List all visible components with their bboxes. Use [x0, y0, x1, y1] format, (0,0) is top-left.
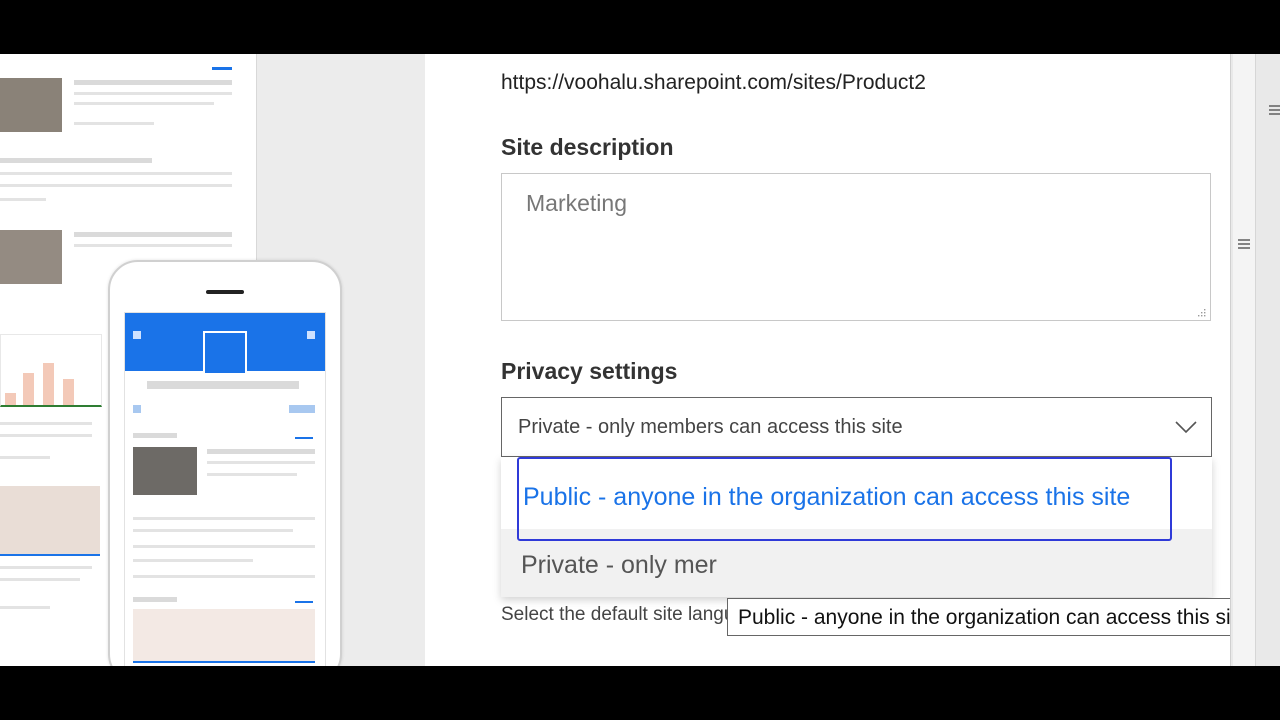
preview-text-line [74, 92, 232, 95]
preview-text-line [207, 449, 315, 454]
preview-accent-line [212, 67, 232, 70]
mobile-site-preview [108, 260, 342, 666]
preview-image-3 [0, 486, 100, 556]
tooltip-text: Public - anyone in the organization can … [738, 606, 1249, 629]
preview-image-5 [133, 609, 315, 663]
preview-text-line [0, 172, 232, 175]
preview-chart-bar [43, 363, 54, 405]
preview-text-line [147, 381, 299, 389]
privacy-settings-label: Privacy settings [501, 358, 678, 384]
chevron-down-icon[interactable] [1173, 414, 1199, 440]
preview-text-line [133, 433, 177, 438]
option-tooltip: Public - anyone in the organization can … [727, 598, 1280, 636]
grip-lines-icon[interactable] [1269, 104, 1280, 118]
preview-text-line [0, 456, 50, 459]
preview-text-line [74, 80, 232, 85]
preview-text-line [0, 184, 232, 187]
preview-chart-bar [23, 373, 34, 405]
search-icon [307, 331, 315, 339]
preview-text-line [133, 529, 293, 532]
scrollbar-area [1230, 54, 1280, 666]
privacy-option-label: Public - anyone in the organization can … [523, 483, 1131, 511]
site-description-textarea[interactable]: Marketing [501, 173, 1211, 321]
preview-nav-bar [289, 405, 315, 413]
preview-accent-line [295, 601, 313, 603]
privacy-option-label: Private - only mer [521, 551, 717, 579]
phone-speaker [206, 290, 244, 294]
vertical-scrollbar[interactable] [1233, 54, 1256, 666]
grip-lines-icon[interactable] [1238, 238, 1250, 252]
site-description-label: Site description [501, 134, 674, 160]
preview-nav-dot [133, 405, 141, 413]
preview-text-line [133, 559, 253, 562]
create-site-panel: https://voohalu.sharepoint.com/sites/Pro… [425, 54, 1230, 666]
preview-chart-tile [0, 334, 102, 407]
privacy-options-list: Private - only mer Public - anyone in th… [501, 457, 1212, 597]
preview-chart-bar [63, 379, 74, 405]
preview-image-1 [0, 78, 62, 132]
preview-image-4 [133, 447, 197, 495]
preview-text-line [74, 232, 232, 237]
menu-icon [133, 331, 141, 339]
browser-viewport: https://voohalu.sharepoint.com/sites/Pro… [0, 54, 1280, 666]
preview-text-line [0, 566, 92, 569]
phone-screen [124, 312, 326, 666]
site-address-text: https://voohalu.sharepoint.com/sites/Pro… [501, 71, 926, 94]
preview-text-line [0, 158, 152, 163]
privacy-option-public[interactable]: Public - anyone in the organization can … [517, 457, 1172, 541]
preview-text-line [0, 434, 92, 437]
preview-chart-bar [5, 393, 16, 405]
preview-image-2 [0, 230, 62, 284]
preview-text-line [133, 517, 315, 520]
resize-grip-icon[interactable] [1196, 307, 1206, 317]
preview-text-line [133, 545, 315, 548]
preview-text-line [207, 473, 297, 476]
preview-text-line [0, 198, 46, 201]
privacy-selected-value: Private - only members can access this s… [518, 416, 903, 438]
preview-text-line [133, 597, 177, 602]
preview-accent-line [295, 437, 313, 439]
preview-text-line [207, 461, 315, 464]
preview-text-line [74, 122, 154, 125]
site-logo [203, 331, 247, 375]
privacy-settings-select[interactable]: Private - only members can access this s… [501, 397, 1212, 457]
preview-text-line [74, 244, 232, 247]
preview-text-line [0, 422, 92, 425]
preview-text-line [0, 578, 80, 581]
site-description-value: Marketing [526, 190, 627, 216]
preview-text-line [74, 102, 214, 105]
preview-text-line [133, 575, 315, 578]
preview-text-line [0, 606, 50, 609]
